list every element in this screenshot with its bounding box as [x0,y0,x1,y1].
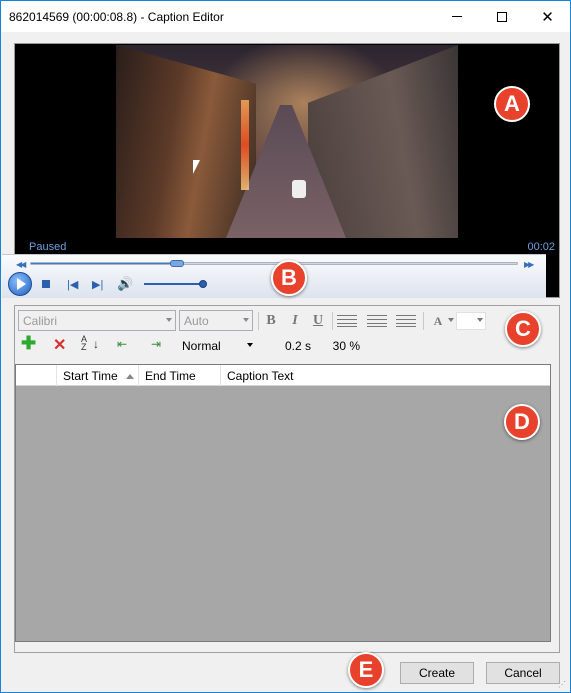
maximize-icon [496,11,507,22]
play-icon [17,278,26,290]
play-button[interactable] [8,272,32,296]
chevron-down-icon [243,318,249,322]
mouse-cursor-icon [193,160,200,174]
chevron-down-icon [166,318,172,322]
callout-badge-b: B [271,260,307,296]
font-combo-value: Calibri [23,314,58,328]
next-frame-icon[interactable]: ▶| [92,278,103,291]
grid-header-start-time-label: Start Time [63,369,118,383]
seek-progress [31,263,178,264]
grid-header-caption-text[interactable]: Caption Text [221,365,550,386]
video-street-lights [241,100,249,190]
maximize-button[interactable] [479,1,524,32]
create-button[interactable]: Create [400,662,474,684]
previous-frame-icon[interactable]: |◀ [67,278,78,291]
grid-header-start-time[interactable]: Start Time [57,365,139,386]
grid-header-end-time[interactable]: End Time [139,365,221,386]
add-caption-icon[interactable]: ✚ [21,333,36,354]
seek-back-icon[interactable]: ◀◀ [16,260,26,269]
resize-grip-icon[interactable]: ⋰ [558,680,568,690]
seek-slider[interactable] [30,260,518,267]
minimize-icon [451,16,462,17]
video-car [292,180,306,198]
volume-icon[interactable]: 🔊 [117,276,133,292]
font-combo[interactable]: Calibri [18,310,176,331]
italic-button[interactable]: I [285,312,305,330]
duration-field[interactable]: 0.2 s [261,339,311,357]
align-right-icon[interactable] [396,315,416,327]
font-color-button[interactable]: A [428,312,448,330]
seek-thumb[interactable] [170,260,185,267]
callout-badge-d: D [504,404,540,440]
cancel-button[interactable]: Cancel [486,662,560,684]
align-center-icon[interactable] [367,315,387,327]
delete-caption-icon[interactable]: ✕ [53,335,66,355]
toolbar-separator [332,312,333,330]
chevron-down-icon [247,343,253,347]
shift-later-icon[interactable]: ⇥ [151,337,161,351]
stop-button[interactable] [42,280,50,288]
style-combo-value: Normal [182,339,221,353]
sort-ascending-icon [125,374,134,380]
callout-badge-e: E [348,652,384,688]
title-bar[interactable]: 862014569 (00:00:08.8) - Caption Editor … [1,1,570,32]
grid-header-index [16,365,57,386]
underline-button[interactable]: U [308,312,328,330]
sort-arrow-icon: ↓ [93,337,99,351]
playback-status: Paused [29,241,67,253]
callout-badge-c: C [505,311,541,347]
volume-thumb[interactable] [198,280,207,288]
callout-badge-a: A [494,86,530,122]
chevron-down-icon[interactable] [448,318,454,322]
chevron-down-icon[interactable] [477,318,483,322]
style-combo[interactable]: Normal [177,335,257,356]
playback-time: 00:02 [527,241,555,253]
shift-earlier-icon[interactable]: ⇤ [117,337,127,351]
toolbar-separator [423,312,424,330]
volume-slider[interactable] [144,283,206,285]
minimize-button[interactable] [434,1,479,32]
bold-button[interactable]: B [261,312,281,330]
window-title: 862014569 (00:00:08.8) - Caption Editor [9,10,224,24]
align-left-icon[interactable] [337,315,357,327]
size-combo-value: Auto [184,314,209,328]
size-combo[interactable]: Auto [179,310,253,331]
video-frame[interactable] [116,45,458,238]
close-button[interactable]: ✕ [525,1,570,32]
caption-editor-window: 862014569 (00:00:08.8) - Caption Editor … [0,0,571,693]
seek-forward-icon[interactable]: ▶▶ [524,260,534,269]
caption-grid[interactable]: Start Time End Time Caption Text [15,364,551,642]
grid-header: Start Time End Time Caption Text [16,365,550,386]
video-building-left [116,45,256,238]
toolbar-separator [258,312,259,330]
percent-field[interactable]: 30 % [316,339,360,357]
close-icon: ✕ [541,8,554,26]
sort-icon[interactable]: A Z [81,335,91,352]
